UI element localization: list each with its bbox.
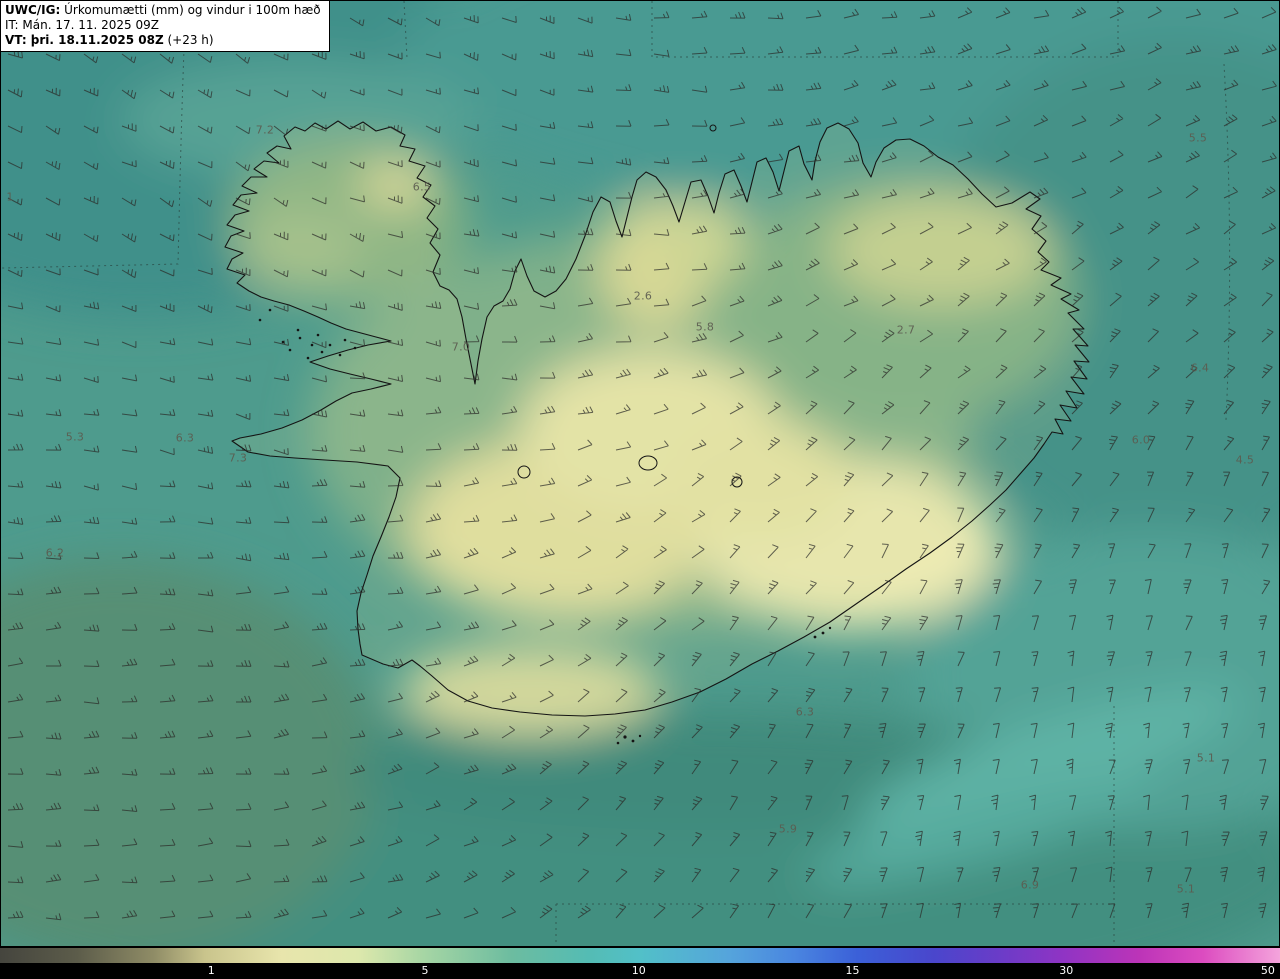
colorbar-ticks: 1 5 10 15 30 50 bbox=[0, 963, 1280, 979]
title-line-valid-time: VT: þri. 18.11.2025 08Z (+23 h) bbox=[5, 33, 321, 48]
colorbar-tick-label: 30 bbox=[1059, 964, 1074, 977]
colorbar-tick-label: 5 bbox=[421, 964, 429, 977]
colorbar-tick-label: 15 bbox=[845, 964, 860, 977]
title-line-model: UWC/IG: Úrkomumætti (mm) og vindur i 100… bbox=[5, 3, 321, 18]
title-box: UWC/IG: Úrkomumætti (mm) og vindur i 100… bbox=[0, 0, 330, 52]
model-subtitle: Úrkomumætti (mm) og vindur i 100m hæð bbox=[60, 3, 321, 17]
valid-time-offset: (+23 h) bbox=[163, 33, 214, 47]
weather-map bbox=[0, 0, 1280, 947]
colorbar-tick-label: 1 bbox=[207, 964, 215, 977]
colorbar-tick-label: 10 bbox=[631, 964, 646, 977]
colorbar-tick-label: 50 bbox=[1260, 964, 1275, 977]
valid-time: VT: þri. 18.11.2025 08Z bbox=[5, 33, 164, 47]
colorbar: 1 5 10 15 30 50 bbox=[0, 947, 1280, 979]
init-time: IT: Mán. 17. 11. 2025 09Z bbox=[5, 18, 159, 32]
model-id: UWC/IG: bbox=[5, 3, 61, 17]
colorbar-gradient bbox=[0, 948, 1280, 963]
title-line-init-time: IT: Mán. 17. 11. 2025 09Z bbox=[5, 18, 321, 33]
weather-map-stage: 7.2 6.5 5.5 1 7.0 2.6 5.8 2.7 6.4 6.0 4.5 5.3 6.3 7.3… bbox=[0, 0, 1280, 947]
